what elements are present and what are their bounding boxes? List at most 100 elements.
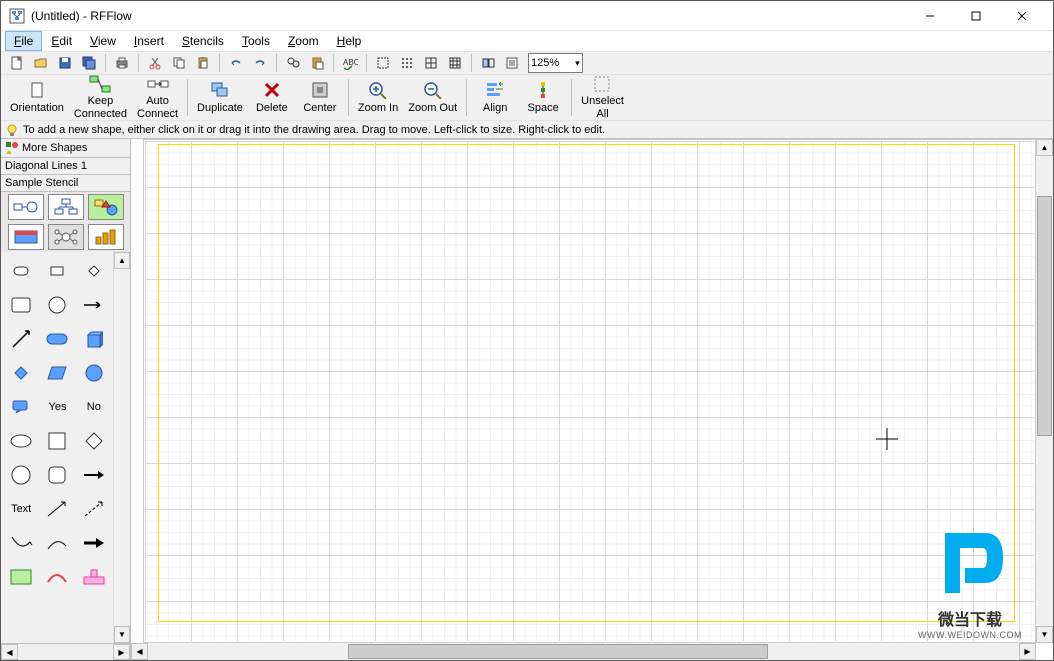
shape-curve2[interactable]: [41, 528, 73, 558]
menu-view[interactable]: View: [81, 31, 125, 51]
canvas-vscroll[interactable]: ▲ ▼: [1036, 139, 1053, 643]
stencil-tab-shapes[interactable]: [88, 194, 124, 220]
auto-connect-button[interactable]: AutoConnect: [132, 77, 183, 118]
stencil-sample[interactable]: Sample Stencil: [1, 175, 130, 192]
minimize-button[interactable]: [907, 1, 953, 31]
shape-curve1[interactable]: [5, 528, 37, 558]
new-button[interactable]: [6, 53, 28, 73]
keep-connected-button[interactable]: KeepConnected: [69, 77, 132, 118]
scroll-left-button[interactable]: ◀: [131, 643, 148, 660]
palette-scrollbar[interactable]: ▲ ▼: [113, 252, 130, 643]
menu-tools[interactable]: Tools: [233, 31, 279, 51]
zoom-select[interactable]: 125% ▾: [528, 53, 583, 73]
properties-button[interactable]: [501, 53, 523, 73]
shape-diamond2[interactable]: [78, 426, 110, 456]
scroll-left-button[interactable]: ◀: [1, 644, 18, 660]
zoom-out-button[interactable]: Zoom Out: [403, 77, 462, 118]
scroll-up-button[interactable]: ▲: [114, 252, 130, 269]
zoom-in-button[interactable]: Zoom In: [353, 77, 403, 118]
menu-help[interactable]: Help: [328, 31, 371, 51]
canvas-hscroll[interactable]: ◀ ▶: [131, 643, 1036, 660]
shape-parallelogram[interactable]: [41, 358, 73, 388]
menu-insert[interactable]: Insert: [125, 31, 173, 51]
stencil-tab-orgchart[interactable]: [48, 194, 84, 220]
shape-square[interactable]: [41, 426, 73, 456]
shape-arrow-bold[interactable]: [78, 528, 110, 558]
print-button[interactable]: [111, 53, 133, 73]
more-shapes-button[interactable]: More Shapes: [1, 139, 130, 158]
scroll-right-button[interactable]: ▶: [1019, 643, 1036, 660]
duplicate-button[interactable]: Duplicate: [192, 77, 248, 118]
shape-diamond-blue[interactable]: [5, 358, 37, 388]
shape-callout[interactable]: [5, 392, 37, 422]
shape-ellipse-blue[interactable]: [78, 358, 110, 388]
menu-stencils[interactable]: Stencils: [173, 31, 233, 51]
align-button[interactable]: Align: [471, 77, 519, 118]
shape-arrow-right2[interactable]: [78, 460, 110, 490]
orientation-button[interactable]: Orientation: [5, 77, 69, 118]
shape-circle2[interactable]: [5, 460, 37, 490]
shape-small-diamond[interactable]: [78, 256, 110, 286]
center-button[interactable]: Center: [296, 77, 344, 118]
page-border: [158, 144, 1015, 622]
menu-zoom[interactable]: Zoom: [279, 31, 328, 51]
shape-arrow-thin[interactable]: [41, 494, 73, 524]
delete-button[interactable]: Delete: [248, 77, 296, 118]
find-button[interactable]: [282, 53, 304, 73]
paste-special-button[interactable]: [306, 53, 328, 73]
snap-button[interactable]: [396, 53, 418, 73]
copy-button[interactable]: [168, 53, 190, 73]
shape-arrow-dashed[interactable]: [78, 494, 110, 524]
shape-arrow-right[interactable]: [78, 290, 110, 320]
scroll-down-button[interactable]: ▼: [1036, 626, 1053, 643]
open-button[interactable]: [30, 53, 52, 73]
select-button[interactable]: [372, 53, 394, 73]
shape-cube-blue[interactable]: [78, 324, 110, 354]
save-button[interactable]: [54, 53, 76, 73]
shape-yes-label[interactable]: Yes: [41, 392, 73, 422]
flip-button[interactable]: [477, 53, 499, 73]
cut-button[interactable]: [144, 53, 166, 73]
grid-button[interactable]: [420, 53, 442, 73]
redo-button[interactable]: [249, 53, 271, 73]
stencil-diagonal-lines[interactable]: Diagonal Lines 1: [1, 158, 130, 175]
stencil-tab-cards[interactable]: [8, 224, 44, 250]
undo-button[interactable]: [225, 53, 247, 73]
drawing-canvas[interactable]: [143, 139, 1036, 643]
save-all-button[interactable]: [78, 53, 100, 73]
shape-rounded-rect[interactable]: [5, 290, 37, 320]
shape-pink-t[interactable]: [78, 562, 110, 592]
maximize-button[interactable]: [953, 1, 999, 31]
paste-button[interactable]: [192, 53, 214, 73]
menu-file[interactable]: File: [5, 31, 42, 51]
space-button[interactable]: Space: [519, 77, 567, 118]
shape-text-label[interactable]: Text: [5, 494, 37, 524]
stencil-tab-bars[interactable]: [88, 224, 124, 250]
shape-small-rect[interactable]: [5, 256, 37, 286]
stencil-tab-flowchart[interactable]: [8, 194, 44, 220]
scroll-up-button[interactable]: ▲: [1036, 139, 1053, 156]
unselect-all-button[interactable]: UnselectAll: [576, 77, 629, 118]
scroll-down-button[interactable]: ▼: [114, 626, 130, 643]
palette-hscroll[interactable]: ◀ ▶: [1, 643, 130, 660]
shape-red-triangle[interactable]: [41, 562, 73, 592]
scroll-track[interactable]: [148, 643, 1019, 660]
scroll-thumb[interactable]: [348, 644, 768, 659]
scroll-thumb[interactable]: [1037, 196, 1052, 436]
shape-arrow-up[interactable]: [5, 324, 37, 354]
shape-rounded-square[interactable]: [41, 460, 73, 490]
shape-green-rect[interactable]: [5, 562, 37, 592]
shape-ellipse2[interactable]: [5, 426, 37, 456]
spellcheck-button[interactable]: ABC: [339, 53, 361, 73]
menu-edit[interactable]: Edit: [42, 31, 81, 51]
stencil-tab-network[interactable]: [48, 224, 84, 250]
shape-circle[interactable]: [41, 290, 73, 320]
scroll-track[interactable]: [114, 269, 130, 626]
scroll-track[interactable]: [1036, 156, 1053, 626]
shape-no-label[interactable]: No: [78, 392, 110, 422]
shape-pill-blue[interactable]: [41, 324, 73, 354]
scroll-right-button[interactable]: ▶: [113, 644, 130, 660]
grid2-button[interactable]: [444, 53, 466, 73]
close-button[interactable]: [999, 1, 1045, 31]
shape-small-rect2[interactable]: [41, 256, 73, 286]
